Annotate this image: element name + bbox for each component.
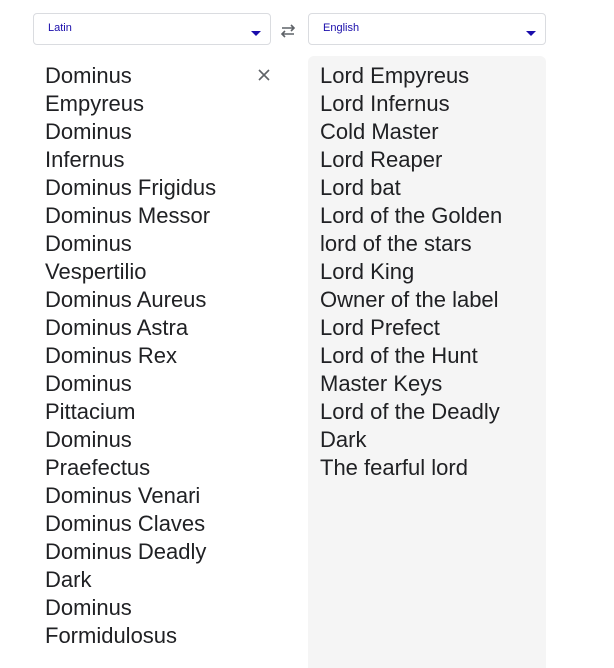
source-text-line: Dominus Rex [45, 343, 178, 368]
translation-text-line: Lord Reaper [320, 147, 443, 172]
translation-text-line: Lord Empyreus [320, 63, 470, 88]
source-text-line: Dominus [45, 231, 132, 256]
translation-output-area: Lord Empyreus Lord Infernus Cold Master Lor… [308, 56, 546, 668]
source-text-line: Dominus Messor [45, 203, 211, 228]
translation-text-line: lord of the stars [320, 231, 472, 256]
source-text-line: Dominus Aureus [45, 287, 207, 312]
swap-arrows-icon [280, 24, 296, 38]
source-text-line: Empyreus [45, 91, 145, 116]
swap-languages-button[interactable] [277, 20, 299, 42]
translation-text-line: Lord Infernus [320, 91, 450, 116]
caret-down-icon [251, 31, 261, 36]
source-text-line: Dominus Frigidus [45, 175, 217, 200]
target-language-select[interactable]: English [308, 13, 546, 45]
translation-text-line: The fearful lord [320, 455, 468, 480]
translation-text-line: Lord King [320, 259, 415, 284]
source-text-line: Dominus Astra [45, 315, 189, 340]
translation-text-line: Dark [320, 427, 367, 452]
source-text-line: Formidulosus [45, 623, 178, 648]
translation-text-line: Lord Prefect [320, 315, 440, 340]
source-language-label: Latin [48, 22, 72, 34]
close-icon [258, 69, 270, 81]
source-text-line: Pittacium [45, 399, 136, 424]
source-text-line: Dark [45, 567, 92, 592]
translation-text-line: Cold Master [320, 119, 439, 144]
source-text-line: Dominus [45, 595, 132, 620]
source-text-line: Dominus Claves [45, 511, 206, 536]
caret-down-icon [526, 31, 536, 36]
source-text-line: Dominus [45, 371, 132, 396]
translation-text-line: Lord of the Hunt [320, 343, 478, 368]
translation-text-line: Lord of the Golden [320, 203, 503, 228]
source-text-line: Dominus Venari [45, 483, 201, 508]
source-text-area[interactable]: Dominus Empyreus Dominus Infernus Dominus Fr… [33, 56, 271, 668]
translation-text-line: Lord of the Deadly [320, 399, 500, 424]
source-text-line: Dominus [45, 119, 132, 144]
translation-text-line: Owner of the label [320, 287, 499, 312]
source-text-line: Infernus [45, 147, 125, 172]
source-text-line: Dominus [45, 63, 132, 88]
translation-text-line: Master Keys [320, 371, 443, 396]
source-text-line: Praefectus [45, 455, 151, 480]
target-language-label: English [323, 22, 360, 34]
translation-text-line: Lord bat [320, 175, 401, 200]
source-text-line: Dominus Deadly [45, 539, 207, 564]
source-text-line: Vespertilio [45, 259, 147, 284]
source-text-line: Dominus [45, 427, 132, 452]
source-language-select[interactable]: Latin [33, 13, 271, 45]
clear-text-button[interactable] [256, 67, 272, 83]
